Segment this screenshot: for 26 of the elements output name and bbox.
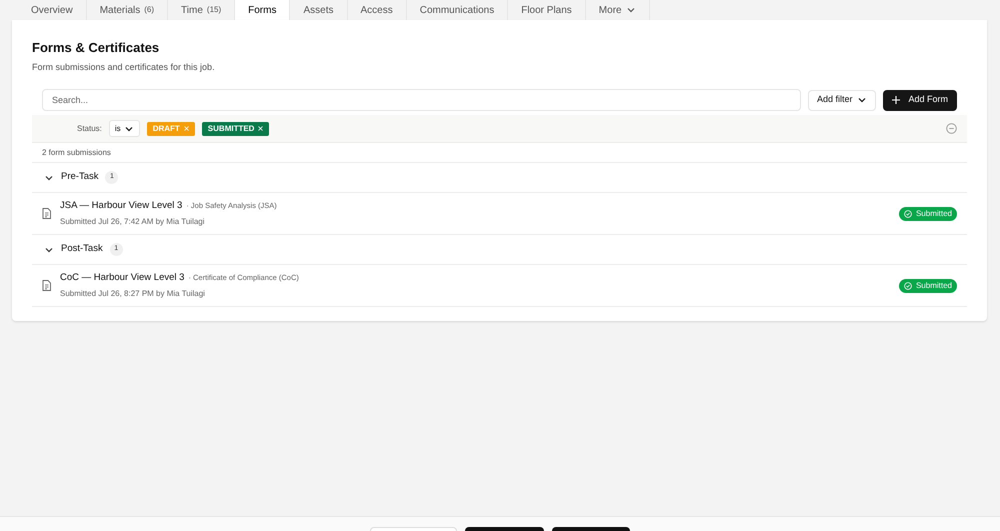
add-form-button[interactable]: Add Form	[883, 90, 957, 110]
tab[interactable]: Forms	[235, 0, 290, 20]
page-subtitle: Form submissions and certificates for this job.	[32, 60, 216, 74]
plus-icon	[892, 96, 900, 104]
form-title: CoC — Harbour View Level 3	[60, 270, 184, 285]
close-icon[interactable]	[258, 126, 264, 131]
document-icon	[42, 280, 51, 291]
add-filter-button[interactable]: Add filter	[808, 90, 876, 110]
search-field[interactable]: Search...	[42, 89, 801, 111]
remove-filter-icon[interactable]	[946, 123, 957, 134]
status-chip[interactable]: SUBMITTED	[202, 122, 270, 136]
check-circle-icon	[904, 210, 912, 218]
status-badge: Submitted	[898, 278, 957, 292]
operator-select[interactable]: is	[108, 120, 140, 137]
check-circle-icon	[904, 282, 912, 290]
page-title: Forms & Certificates	[32, 39, 160, 57]
form-title: JSA — Harbour View Level 3	[60, 198, 182, 213]
document-icon	[42, 208, 51, 219]
caret-icon	[857, 95, 868, 105]
filter-label: Status:	[77, 122, 102, 134]
group-name: Post-Task	[61, 242, 103, 256]
form-meta: Submitted Jul 26, 8:27 PM by Mia Tuilagi	[60, 288, 206, 300]
group-name: Pre-Task	[61, 170, 98, 184]
submission-count: 2 form submissions	[32, 143, 967, 163]
form-meta: Submitted Jul 26, 7:42 AM by Mia Tuilagi	[60, 216, 206, 228]
status-badge: Submitted	[898, 206, 957, 220]
